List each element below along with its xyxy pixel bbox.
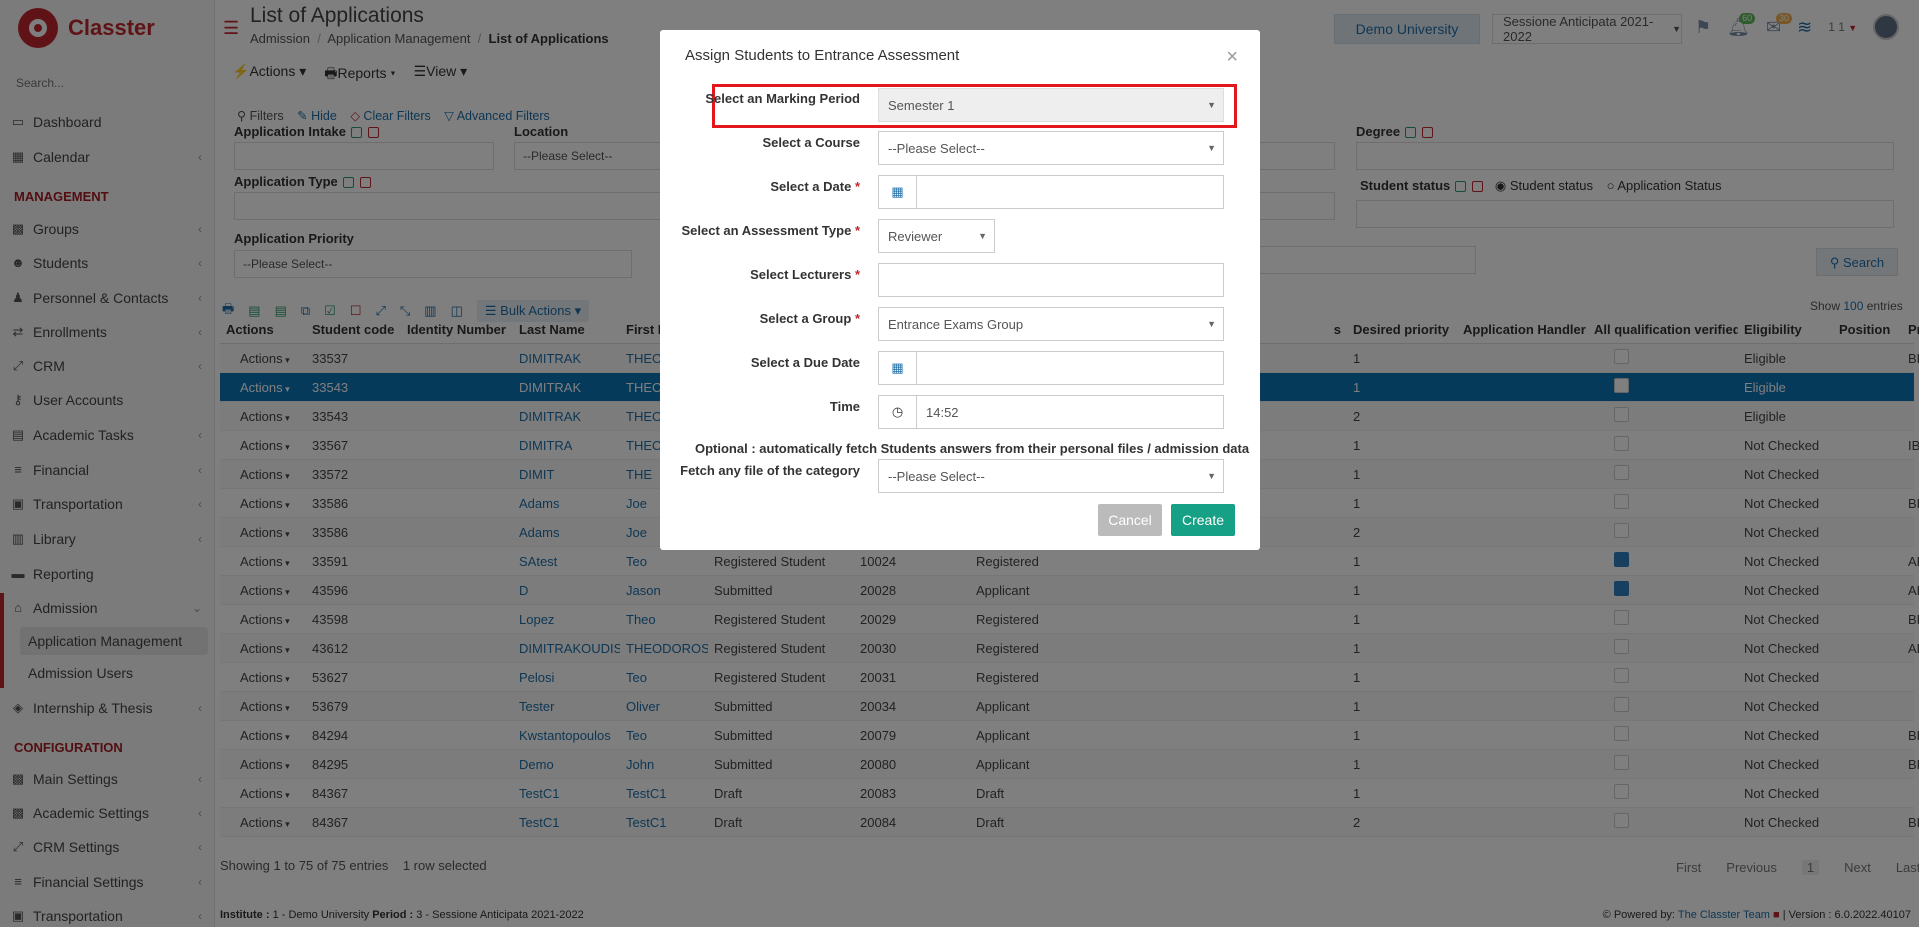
marking-period-value: Semester 1: [888, 97, 955, 113]
assessment-type-value: Reviewer: [888, 228, 943, 244]
optional-text: Optional : automatically fetch Students …: [695, 441, 1250, 456]
assessment-type-label: Select an Assessment Type *: [681, 223, 861, 238]
chevron-down-icon: ▼: [978, 231, 987, 241]
date-input[interactable]: ▦: [878, 175, 1224, 209]
create-button[interactable]: Create: [1171, 504, 1235, 536]
due-date-label: Select a Due Date: [750, 355, 860, 370]
time-label: Time: [829, 399, 860, 414]
group-label: Select a Group *: [759, 311, 860, 326]
cancel-button[interactable]: Cancel: [1098, 504, 1162, 536]
course-label: Select a Course: [762, 135, 860, 150]
group-select[interactable]: Entrance Exams Group ▼: [878, 307, 1224, 341]
chevron-down-icon: ▼: [1207, 471, 1216, 481]
fetch-category-label: Fetch any file of the category: [680, 463, 860, 478]
fetch-category-value: --Please Select--: [888, 468, 985, 484]
time-input[interactable]: ◷ 14:52: [878, 395, 1224, 429]
course-select[interactable]: --Please Select-- ▼: [878, 131, 1224, 165]
modal-title: Assign Students to Entrance Assessment: [685, 47, 960, 64]
marking-period-select[interactable]: Semester 1 ▼: [878, 88, 1224, 122]
clock-icon[interactable]: ◷: [879, 396, 917, 428]
lecturers-label: Select Lecturers *: [750, 267, 860, 282]
group-value: Entrance Exams Group: [888, 316, 1024, 332]
marking-period-label: Select an Marking Period: [705, 91, 860, 106]
lecturers-input[interactable]: [878, 263, 1224, 297]
fetch-category-select[interactable]: --Please Select-- ▼: [878, 459, 1224, 493]
chevron-down-icon: ▼: [1207, 100, 1216, 110]
assessment-type-select[interactable]: Reviewer ▼: [878, 219, 995, 253]
chevron-down-icon: ▼: [1207, 319, 1216, 329]
close-icon[interactable]: ×: [1226, 46, 1238, 69]
chevron-down-icon: ▼: [1207, 143, 1216, 153]
course-value: --Please Select--: [888, 140, 985, 156]
calendar-icon[interactable]: ▦: [879, 176, 917, 208]
calendar-icon[interactable]: ▦: [879, 352, 917, 384]
due-date-input[interactable]: ▦: [878, 351, 1224, 385]
time-value: 14:52: [926, 404, 959, 420]
date-label: Select a Date *: [770, 179, 860, 194]
assign-students-modal: Assign Students to Entrance Assessment ×…: [660, 30, 1260, 550]
